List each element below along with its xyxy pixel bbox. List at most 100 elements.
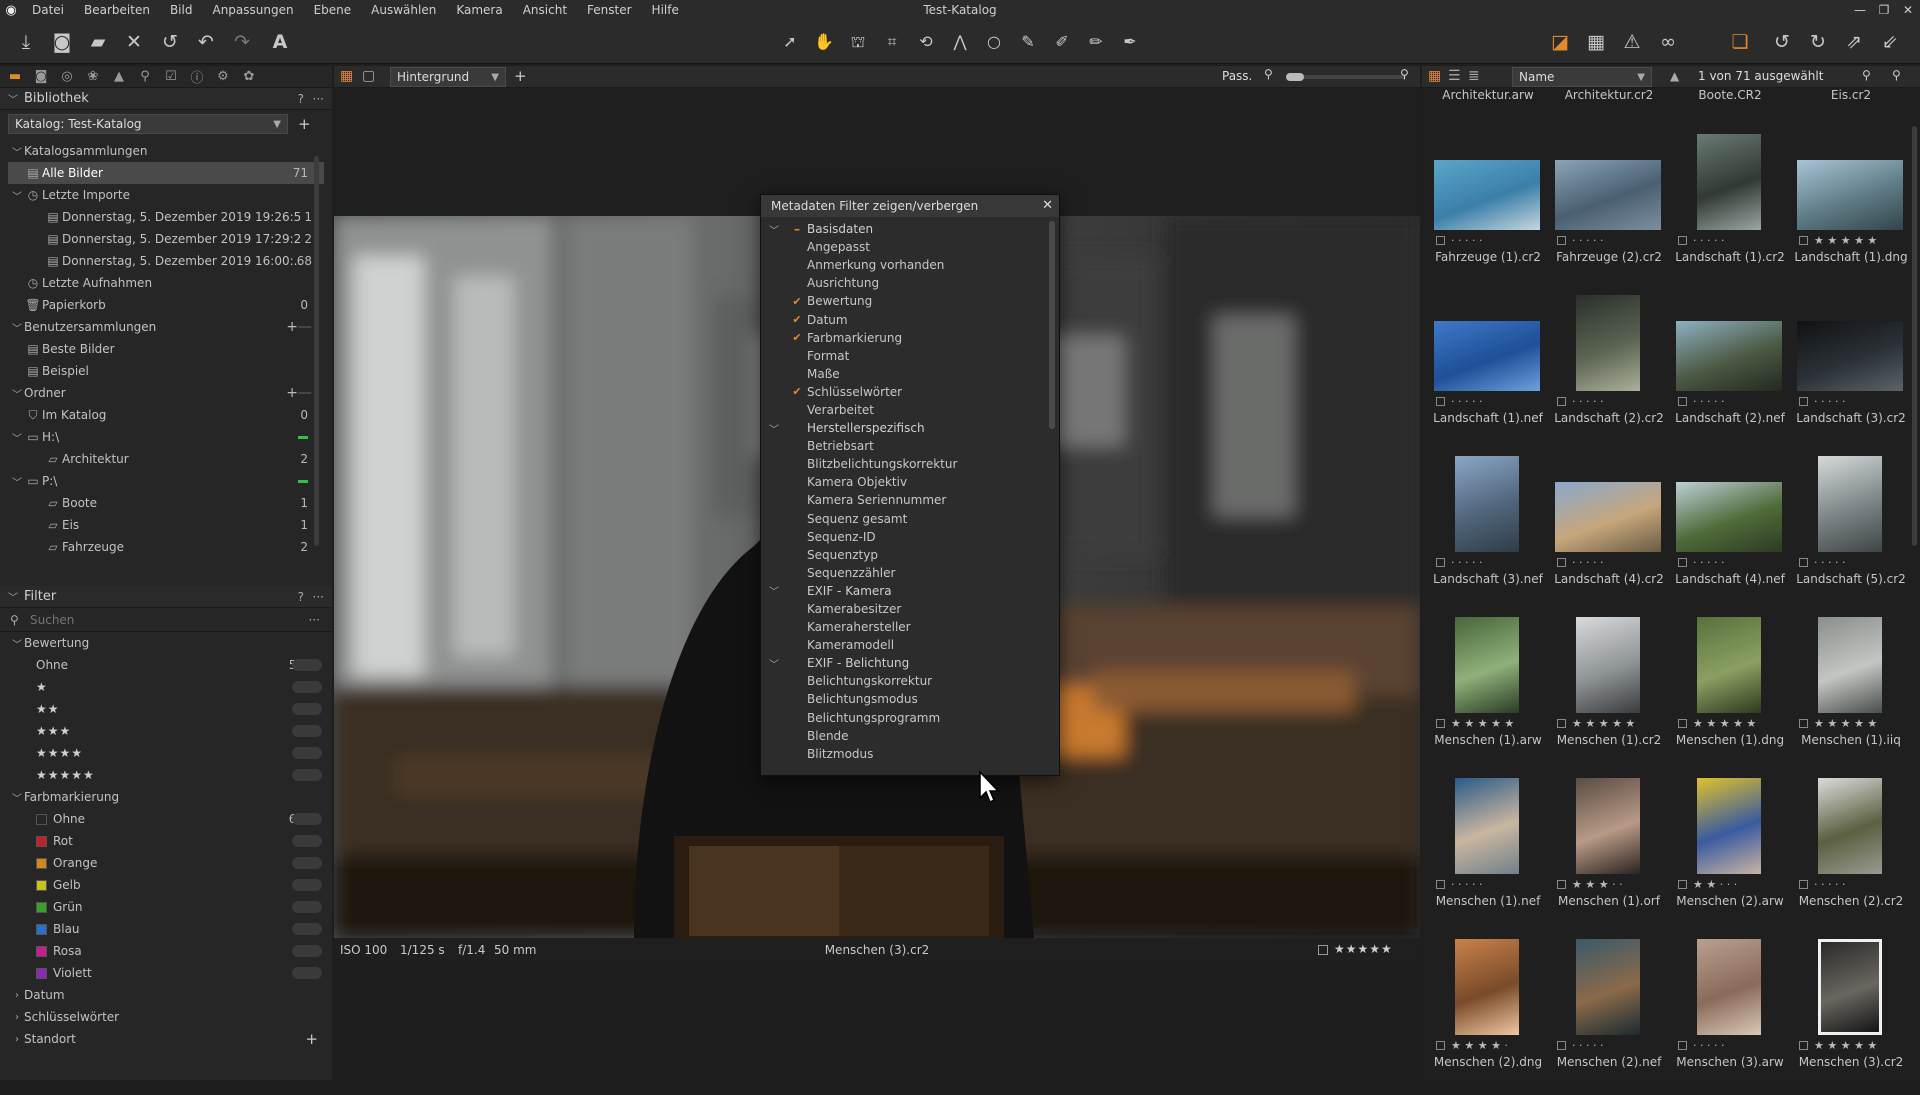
rating-filter-item[interactable]: ★★★★4 [0,742,332,764]
help-icon[interactable]: ? [298,590,304,604]
rating-stars[interactable]: ★★★★★ [1334,942,1393,956]
color-tag-checkbox[interactable] [1799,719,1808,728]
color-tag-checkbox[interactable] [1557,880,1566,889]
rating-header[interactable]: ﹀ Bewertung [0,632,332,654]
rating-stars[interactable]: · · · · · [1572,556,1603,569]
thumbnail-cell[interactable]: · · · · · Landschaft (2).nef [1664,291,1785,451]
folder-item[interactable]: ▱ Boote 1 [0,492,332,514]
lens-tab-icon[interactable]: ◎ [58,69,76,84]
checkmark-icon[interactable]: ✔ [787,385,807,398]
metadata-option[interactable]: ✔ Datum [761,310,1059,328]
rating-stars[interactable]: ★ ★ ★ ★ ★ [1814,234,1877,247]
thumbnail-image[interactable] [1576,617,1640,713]
thumbnail-cell[interactable]: ★ ★ · · · Menschen (2).arw [1664,774,1784,934]
thumbnail-rating[interactable]: · · · · · [1799,878,1909,891]
thumbnail-cell[interactable]: ★ ★ ★ ★ ★ Menschen (3).cr2 [1785,935,1905,1095]
thumbnail-cell[interactable]: · · · · · Landschaft (1).nef [1422,291,1543,451]
metadata-option[interactable]: Blende [761,727,1059,745]
rating-stars[interactable]: ★ ★ · · · [1693,878,1737,891]
filter-toggle[interactable] [292,967,322,979]
checkmark-icon[interactable]: ✔ [787,295,807,308]
color-tag-checkbox[interactable] [1678,880,1687,889]
metadata-option[interactable]: Blitzmodus [761,745,1059,763]
color-tab-icon[interactable]: ❀ [84,69,102,84]
library-scrollbar[interactable] [314,156,319,546]
color-filter-item[interactable]: Rosa0 [0,940,332,962]
folder-icon[interactable]: ▰ [84,28,112,56]
color-tag-checkbox[interactable] [1557,236,1566,245]
import-item[interactable]: ▤ Donnerstag, 5. Dezember 2019 17:29:24 2 [0,228,332,250]
thumbnail-cell[interactable]: · · · · · Landschaft (4).nef [1664,452,1785,612]
thumbnail-image[interactable] [1555,160,1661,230]
rating-stars[interactable]: · · · · · [1451,878,1482,891]
zoom-out-icon[interactable]: ⚲ [1264,67,1273,81]
thumbnail-cell[interactable]: · · · · · Menschen (3).arw [1664,935,1784,1095]
library-header[interactable]: ﹀ Bibliothek ? ··· [0,88,332,110]
thumbnail-cell[interactable]: · · · · · Landschaft (5).cr2 [1785,452,1906,612]
rating-stars[interactable]: · · · · · [1572,1039,1603,1052]
stamp-tool-icon[interactable]: ⛫ [844,28,872,56]
thumbnail-image[interactable] [1455,617,1519,713]
rating-stars[interactable]: ★ ★ ★ ★ · [1451,1039,1508,1052]
metadata-option[interactable]: ✔ Schlüsselwörter [761,383,1059,401]
metadata-option[interactable]: Blitzbelichtungskorrektur [761,455,1059,473]
zoom-slider-handle[interactable] [1286,73,1304,81]
all-images-item[interactable]: ▤ Alle Bilder 71 [8,162,324,184]
maximize-icon[interactable]: ❐ [1872,0,1896,20]
color-filter-item[interactable]: Grün2 [0,896,332,918]
thumbnail-cell[interactable]: · · · · · Menschen (1).nef [1422,774,1542,934]
folder-item[interactable]: ▱ Eis 1 [0,514,332,536]
metadata-option[interactable]: Kamerahersteller [761,618,1059,636]
filter-search-input[interactable] [28,611,278,628]
menu-item[interactable]: Auswählen [361,0,446,20]
metadata-option[interactable]: Belichtungskorrektur [761,672,1059,690]
filter-toggle[interactable] [292,857,322,869]
search-icon[interactable]: ⚲ [1892,68,1901,82]
metadata-option[interactable]: Belichtungsprogramm [761,709,1059,727]
eraser-tool-icon[interactable]: ✐ [1048,28,1076,56]
zoom-slider[interactable] [1286,73,1406,81]
thumbnail-rating[interactable]: · · · · · [1436,878,1546,891]
metadata-option[interactable]: Anmerkung vorhanden [761,256,1059,274]
color-tag-checkbox[interactable] [1557,397,1566,406]
text-tool-icon[interactable]: A [266,28,294,56]
filter-toggle[interactable] [292,945,322,957]
rating-stars[interactable]: · · · · · [1693,1039,1724,1052]
folder-item[interactable]: ▱ Fahrzeuge 2 [0,536,332,558]
rating-stars[interactable]: ★ ★ ★ ★ ★ [1814,1039,1877,1052]
filmstrip-view-icon[interactable]: ≣ [1468,68,1480,84]
menu-item[interactable]: Ansicht [513,0,577,20]
color-tag-checkbox[interactable] [1799,880,1808,889]
import-item[interactable]: ▤ Donnerstag, 5. Dezember 2019 16:00:... 6… [0,250,332,272]
thumbnail-cell[interactable]: · · · · · Fahrzeuge (1).cr2 [1422,130,1542,290]
rating-filter-item[interactable]: Ohne54 [0,654,332,676]
adjustments-tab-icon[interactable]: ☑ [162,69,180,84]
thumbnail-cell[interactable]: · · · · · Menschen (2).cr2 [1785,774,1905,934]
filter-group-collapsed[interactable]: › Schlüsselwörter [0,1006,332,1028]
thumbnail-rating[interactable]: · · · · · [1436,556,1546,569]
rating-stars[interactable]: · · · · · [1693,556,1724,569]
metadata-group[interactable]: ﹀ Herstellerspezifisch [761,419,1059,437]
library-tab-icon[interactable]: ▬ [6,69,24,84]
filter-header[interactable]: ﹀ Filter ? ··· [0,586,332,608]
undo-icon[interactable]: ↶ [192,28,220,56]
thumbnail-image[interactable] [1576,778,1640,874]
thumbnail-cell[interactable]: · · · · · Landschaft (1).cr2 [1664,130,1785,290]
recent-captures-item[interactable]: ◷ Letzte Aufnahmen [0,272,332,294]
help-icon[interactable]: ? [298,92,304,106]
list-view-icon[interactable]: ☰ [1448,68,1461,84]
filter-toggle[interactable] [292,681,322,693]
import-item[interactable]: ▤ Donnerstag, 5. Dezember 2019 19:26:53 1 [0,206,332,228]
color-tag-checkbox[interactable] [1799,1041,1808,1050]
metadata-group[interactable]: ﹀ EXIF - Kamera [761,582,1059,600]
thumbnail-rating[interactable]: ★ ★ ★ ★ ★ [1799,1039,1909,1052]
thumbnail-rating[interactable]: · · · · · [1557,1039,1667,1052]
spot-removal-icon[interactable]: ○ [980,28,1008,56]
filter-group-collapsed[interactable]: › Datum [0,984,332,1006]
thumbnail-rating[interactable]: ★ ★ ★ ★ ★ [1557,717,1667,730]
user-collection-item[interactable]: ▤ Beste Bilder [0,338,332,360]
color-filter-item[interactable]: Ohne67 [0,808,332,830]
metadata-option[interactable]: Sequenz gesamt [761,510,1059,528]
color-tag-checkbox[interactable] [1557,558,1566,567]
before-after-icon[interactable]: ◪ [1546,28,1574,56]
